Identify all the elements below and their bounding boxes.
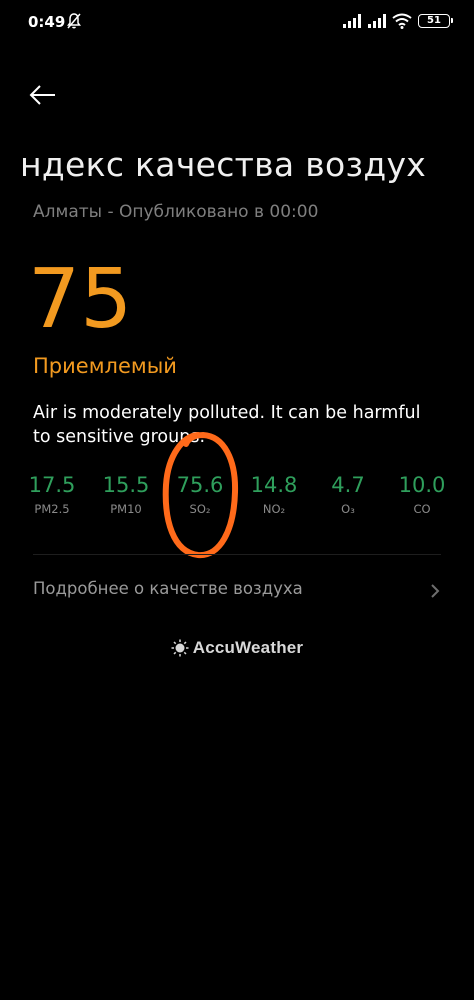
pollutant-no2: 14.8 NO₂ (237, 470, 311, 530)
location-subtitle: Алматы - Опубликовано в 00:00 (33, 202, 319, 222)
chevron-right-icon (431, 584, 440, 598)
pollutant-label: PM2.5 (34, 502, 70, 516)
muted-bell-icon (67, 13, 81, 29)
page-title: ндекс качества воздух (20, 145, 427, 184)
signal-icon-2 (368, 14, 386, 28)
pollutant-label: CO (413, 502, 431, 516)
pollutant-label: PM10 (110, 502, 142, 516)
pollutant-o3: 4.7 O₃ (311, 470, 385, 530)
battery-icon: 51 (418, 14, 453, 28)
pollutant-value: 10.0 (398, 473, 446, 497)
pollutant-value: 14.8 (250, 473, 298, 497)
pollutant-value: 15.5 (102, 473, 150, 497)
pollutant-label: NO₂ (262, 502, 286, 516)
highlight-circle-annotation (162, 431, 239, 559)
pollutant-pm25: 17.5 PM2.5 (15, 470, 89, 530)
accuweather-brand: AccuWeather (0, 638, 474, 664)
sun-icon (171, 639, 189, 657)
pollutant-co: 10.0 CO (385, 470, 459, 530)
aqi-category: Приемлемый (33, 354, 177, 378)
pollutant-pm10: 15.5 PM10 (89, 470, 163, 530)
status-bar: 0:49 51 (0, 0, 474, 44)
brand-label: AccuWeather (192, 638, 304, 657)
aqi-value: 75 (28, 252, 133, 347)
signal-icon (343, 14, 361, 28)
status-time: 0:49 (28, 13, 66, 31)
pollutant-value: 17.5 (28, 473, 76, 497)
details-link-label: Подробнее о качестве воздуха (33, 579, 303, 598)
pollutant-value: 4.7 (331, 473, 365, 497)
divider (33, 554, 441, 555)
pollutant-label: O₃ (341, 502, 355, 516)
air-quality-details-link[interactable]: Подробнее о качестве воздуха (0, 566, 474, 616)
wifi-icon (392, 13, 412, 29)
back-arrow-icon[interactable] (28, 80, 58, 110)
